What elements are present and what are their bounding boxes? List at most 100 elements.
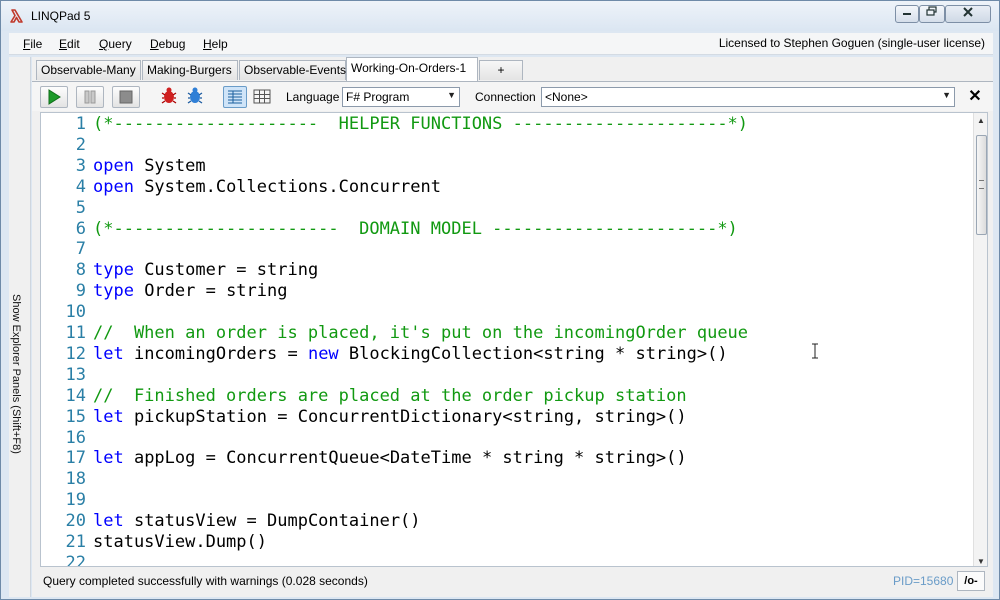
results-grid-button[interactable] [250, 86, 274, 108]
menu-edit-label: Edit [59, 37, 80, 51]
explorer-panel-toggle[interactable]: Show Explorer Panels (Shift+F8) [9, 57, 31, 597]
code-token: Order = string [133, 281, 288, 302]
close-window-button[interactable] [945, 5, 991, 23]
language-value: F# Program [346, 90, 410, 104]
chevron-down-icon: ▼ [942, 90, 951, 100]
line-number: 6 [75, 218, 86, 239]
line-number: 18 [65, 469, 86, 490]
code-token: statusView = DumpContainer() [123, 511, 421, 532]
pause-button[interactable] [76, 86, 104, 108]
keyword-token: let [93, 343, 124, 364]
tab-label: Observable-Many [41, 63, 136, 77]
code-token: BlockingCollection<string * string>() [338, 343, 728, 364]
vertical-scrollbar[interactable]: ▲ ▼ [973, 113, 987, 566]
line-number: 13 [65, 364, 86, 385]
code-line: let appLog = ConcurrentQueue<DateTime * … [93, 448, 687, 468]
keyword-token: open [93, 176, 134, 197]
code-line: open System.Collections.Concurrent [93, 177, 441, 197]
scroll-down-icon[interactable]: ▼ [977, 557, 985, 566]
keyword-token: type [93, 260, 134, 281]
maximize-button[interactable] [919, 5, 945, 23]
menu-help-label: Help [203, 37, 228, 51]
chevron-down-icon: ▼ [447, 90, 456, 100]
close-query-button[interactable]: ✕ [965, 87, 985, 107]
code-line: // Finished orders are placed at the ord… [93, 386, 687, 406]
tab-making-burgers[interactable]: Making-Burgers [142, 60, 238, 80]
results-panel-toggle[interactable]: /o- [957, 571, 985, 591]
menu-debug[interactable]: Debug [150, 37, 185, 51]
scroll-up-icon[interactable]: ▲ [977, 116, 985, 125]
line-number: 9 [75, 281, 86, 302]
tab-working-on-orders-1[interactable]: Working-On-Orders-1 [346, 57, 478, 81]
pause-icon [84, 90, 96, 104]
keyword-token: let [93, 406, 124, 427]
code-line: type Order = string [93, 281, 287, 301]
line-number-gutter: 1 2 3 4 5 6 7 8 9 10 11 12 13 14 15 16 17 18 19 20 21 22 [41, 113, 91, 566]
minimize-icon [903, 13, 911, 15]
query-tabs: Observable-Many Making-Burgers Observabl… [32, 57, 993, 81]
language-select[interactable]: F# Program ▼ [342, 87, 460, 107]
grip-icon [979, 180, 984, 189]
comment-token: (*---------------------- DOMAIN MODEL --… [93, 218, 738, 239]
line-number: 5 [75, 197, 86, 218]
minimize-button[interactable] [895, 5, 919, 23]
menu-edit[interactable]: Edit [59, 37, 80, 51]
code-token: System [133, 155, 206, 176]
code-line: let statusView = DumpContainer() [93, 511, 421, 531]
tab-observable-events[interactable]: Observable-Events [239, 60, 346, 80]
code-line: // When an order is placed, it's put on … [93, 323, 748, 343]
connection-select[interactable]: <None> ▼ [541, 87, 955, 107]
code-line: open System [93, 156, 206, 176]
code-token: statusView.Dump() [93, 532, 267, 552]
line-number: 21 [65, 532, 86, 552]
comment-token: // When an order is placed, it's put on … [93, 323, 749, 343]
stop-icon [119, 90, 133, 104]
query-area: Observable-Many Making-Burgers Observabl… [32, 57, 993, 597]
menu-file[interactable]: File [23, 37, 42, 51]
scrollbar-thumb[interactable] [976, 135, 987, 235]
code-token: incomingOrders = [123, 343, 308, 364]
bug-icon[interactable] [184, 85, 206, 107]
code-line: (*-------------------- HELPER FUNCTIONS … [93, 114, 748, 134]
code-editor[interactable]: 1 2 3 4 5 6 7 8 9 10 11 12 13 14 15 16 17 18 19 20 21 22 (*--… [40, 112, 988, 567]
menu-help[interactable]: Help [203, 37, 228, 51]
play-icon [48, 89, 61, 105]
linqpad-lambda-icon [10, 9, 23, 23]
line-number: 7 [75, 239, 86, 260]
stop-button[interactable] [112, 86, 140, 108]
connection-value: <None> [545, 90, 588, 104]
menu-query-label: Query [99, 37, 132, 51]
run-button[interactable] [40, 86, 68, 108]
menu-query[interactable]: Query [99, 37, 132, 51]
close-icon [963, 7, 973, 17]
bug-icon[interactable] [158, 85, 180, 107]
code-token: appLog = ConcurrentQueue<DateTime * stri… [123, 448, 687, 469]
line-number: 15 [65, 406, 86, 427]
keyword-token: open [93, 155, 134, 176]
keyword-token: let [93, 448, 124, 469]
line-number: 19 [65, 490, 86, 511]
tab-label: Working-On-Orders-1 [351, 61, 467, 75]
tab-observable-many[interactable]: Observable-Many [36, 60, 141, 80]
comment-token: // Finished orders are placed at the ord… [93, 385, 687, 406]
line-number: 16 [65, 427, 86, 448]
text-cursor-icon [812, 343, 818, 359]
grid-icon [253, 89, 271, 104]
tab-label: Making-Burgers [147, 63, 232, 77]
explorer-panel-label: Show Explorer Panels (Shift+F8) [10, 294, 22, 454]
keyword-token: type [93, 281, 134, 302]
line-number: 11 [65, 323, 86, 343]
license-text: Licensed to Stephen Goguen (single-user … [718, 36, 985, 50]
line-number: 2 [75, 134, 86, 155]
tab-label: Observable-Events [244, 63, 347, 77]
results-toggle-label: /o- [964, 575, 978, 587]
comment-token: (*-------------------- HELPER FUNCTIONS … [93, 114, 749, 134]
code-token: Customer = string [133, 260, 319, 281]
results-rich-text-button[interactable] [223, 86, 247, 108]
language-label: Language [286, 90, 340, 104]
code-line: let incomingOrders = new BlockingCollect… [93, 344, 728, 364]
add-tab-button[interactable]: + [479, 60, 523, 80]
line-number: 20 [65, 511, 86, 532]
code-token: pickupStation = ConcurrentDictionary<str… [123, 406, 687, 427]
code-line: type Customer = string [93, 260, 318, 280]
